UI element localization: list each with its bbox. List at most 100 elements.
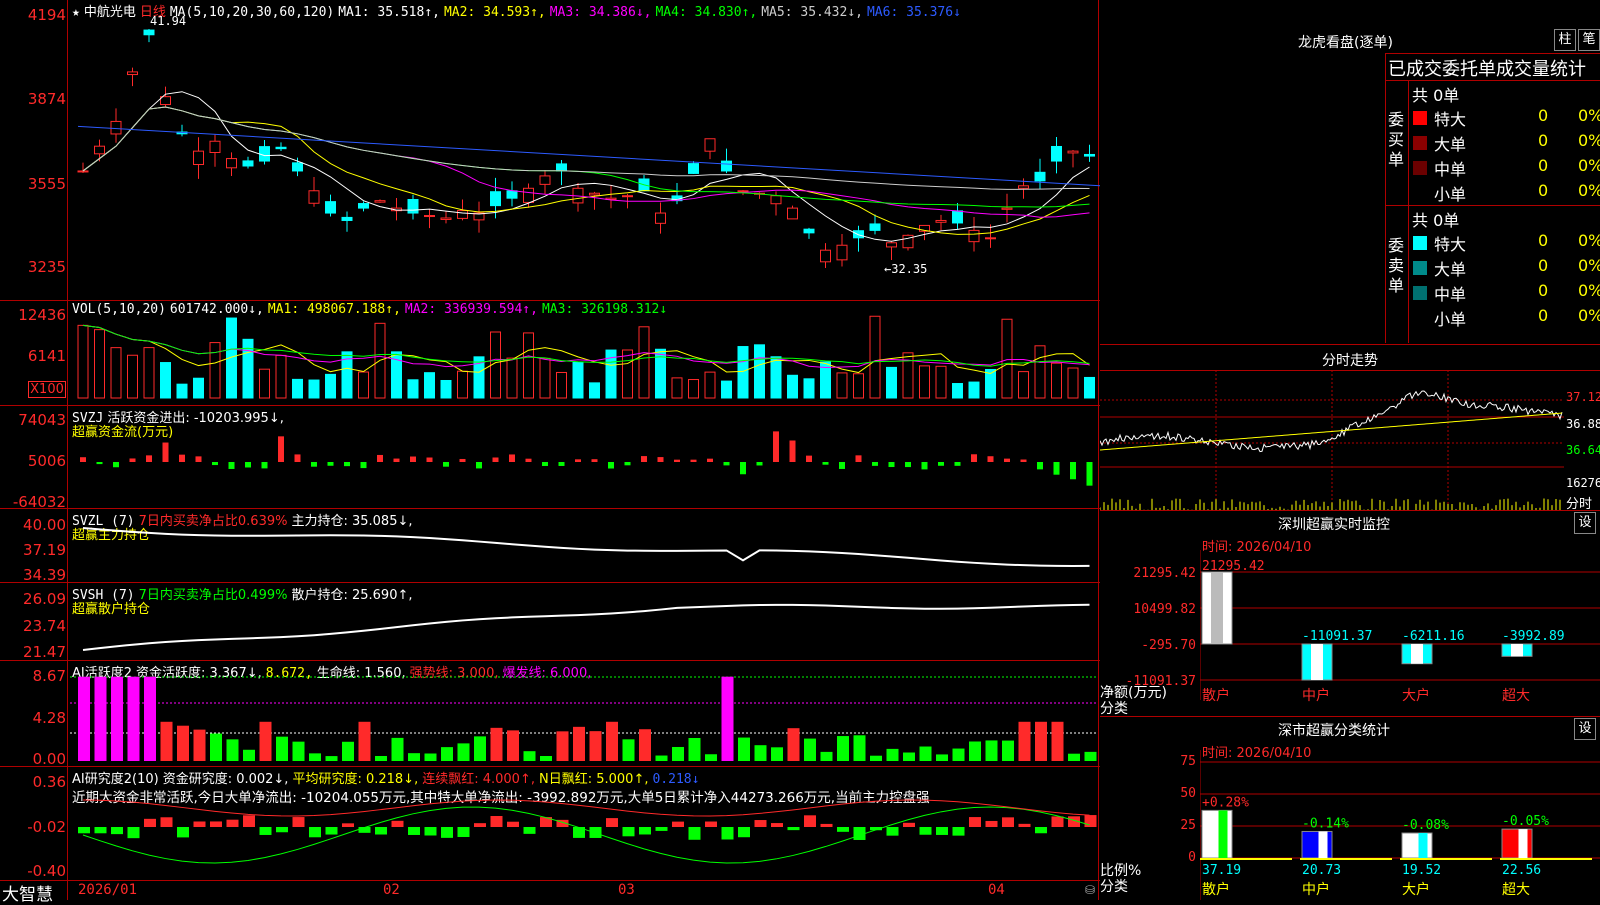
fund-flow-bar — [426, 457, 433, 462]
volume-bar — [935, 365, 947, 399]
monitor-bar-label: -3992.89 — [1502, 629, 1565, 644]
activity-bar — [474, 736, 486, 761]
fund-flow-bar — [575, 459, 581, 462]
volume-bar — [803, 378, 815, 399]
research-bar — [1002, 817, 1014, 827]
sell-row-pct: 0% — [1578, 231, 1600, 250]
panel-divider — [0, 880, 1100, 881]
research-bar — [1051, 816, 1064, 827]
activity-bar — [243, 749, 255, 761]
fund-flow-bar — [591, 459, 598, 462]
buy-swatch — [1413, 186, 1427, 200]
research-bar — [243, 815, 255, 827]
fund-flow-bar — [690, 459, 697, 462]
intraday-chart[interactable] — [1100, 370, 1564, 510]
kline-candle — [820, 249, 831, 263]
activity-bar — [820, 751, 833, 761]
fund-flow-bar — [261, 462, 268, 469]
kline-candle — [539, 175, 551, 185]
fund-flow-bar — [146, 455, 152, 462]
activity-bar — [969, 741, 981, 761]
kline-candle — [952, 210, 963, 224]
kline-candle — [374, 200, 386, 203]
fund-flow-bar — [195, 456, 202, 462]
ma5-line — [82, 106, 1090, 190]
intraday-axis-label: 36.64 — [1566, 443, 1600, 457]
activity-bar — [837, 736, 849, 761]
kline-candle — [523, 187, 534, 203]
ai-research-axis-label: -0.02 — [27, 818, 66, 836]
monitor-settings-button[interactable]: 设 — [1574, 512, 1596, 534]
dragon-divider — [1385, 205, 1600, 206]
fund-flow-bar — [113, 462, 119, 468]
fund-flow-bar — [228, 462, 235, 469]
activity-bar — [160, 721, 173, 761]
ma4-line — [82, 106, 1090, 208]
research-bar — [193, 821, 206, 827]
volume-bar — [754, 344, 765, 399]
stats-value-label: 22.56 — [1502, 863, 1541, 878]
research-bar — [474, 823, 486, 827]
kline-candle — [259, 146, 270, 162]
research-bar — [589, 827, 602, 838]
price-axis-label: 3235 — [27, 258, 66, 276]
research-bar — [639, 827, 651, 835]
volume-bar — [770, 356, 782, 399]
research-bar — [111, 827, 123, 835]
fund-flow-bar — [96, 462, 103, 465]
monitor-axis-label: 21295.42 — [1133, 566, 1196, 581]
buy-row-pct: 0% — [1578, 156, 1600, 175]
dragon-divider — [1408, 80, 1409, 343]
fund-flow-bar — [212, 462, 218, 466]
research-bar — [606, 818, 618, 827]
activity-bar — [936, 754, 948, 761]
fund-flow-bar — [393, 458, 400, 462]
kline-candle — [209, 140, 221, 154]
tick-mode-button[interactable]: 笔 — [1578, 29, 1600, 51]
monitor-bar-label: -11091.37 — [1302, 629, 1372, 644]
fund-flow-bar — [492, 457, 499, 462]
research-bar — [886, 827, 899, 836]
bar-mode-button[interactable]: 柱 — [1554, 29, 1576, 51]
activity-bar — [325, 756, 338, 761]
activity-bar — [358, 721, 371, 761]
kline-candle — [1051, 145, 1062, 162]
volume-bar — [77, 324, 89, 399]
buy-row-name: 中单 — [1434, 160, 1467, 179]
volume-bar — [193, 377, 204, 399]
fund-flow-bar — [443, 462, 449, 467]
buy-row-pct: 0% — [1578, 131, 1600, 150]
ai-research-axis-label: -0.40 — [27, 862, 66, 880]
stats-category-label: 大户 — [1402, 881, 1430, 898]
buy-swatch — [1413, 111, 1427, 125]
fund-flow-bar — [608, 462, 614, 469]
kline-candle — [836, 244, 848, 261]
fund-flow-bar — [872, 462, 878, 466]
kline-candle — [1067, 150, 1079, 154]
stats-settings-button[interactable]: 设 — [1574, 718, 1596, 740]
volume-bar — [325, 373, 336, 399]
fund-flow-bar — [1053, 462, 1060, 475]
buy-row-count: 0 — [1538, 106, 1549, 125]
buy-row-name: 大单 — [1434, 135, 1467, 154]
volume-bar — [589, 382, 600, 399]
lock-icon[interactable]: ⛁ — [1085, 883, 1095, 897]
vol-unit-box[interactable]: X100 — [28, 381, 66, 398]
fund-flow-bar — [129, 458, 136, 462]
kline-candle — [787, 207, 798, 220]
dragon-divider — [1385, 80, 1600, 81]
sell-swatch — [1413, 236, 1427, 250]
activity-bar — [589, 731, 602, 761]
fund-flow-bar — [921, 462, 928, 470]
kline-candle — [968, 229, 980, 243]
fund-flow-bar — [723, 462, 730, 466]
activity-bar — [78, 676, 90, 761]
activity-bar — [606, 721, 618, 761]
activity-bar — [457, 743, 470, 761]
fund-flow-bar — [707, 458, 713, 462]
kline-candle — [1018, 185, 1029, 189]
research-bar — [391, 820, 404, 827]
activity-bar — [639, 729, 651, 761]
kline-chart[interactable] — [70, 0, 1100, 880]
fund-flow-bar — [1086, 462, 1093, 486]
